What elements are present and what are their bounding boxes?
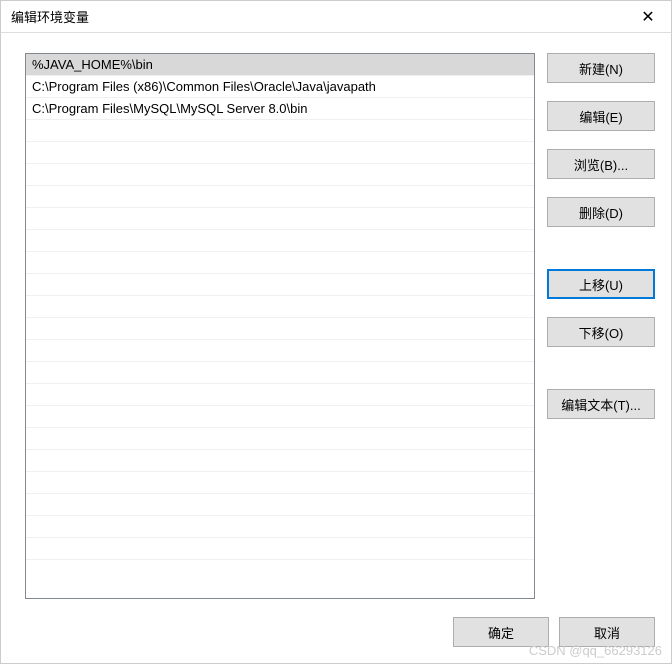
list-item[interactable] <box>26 450 534 472</box>
list-item[interactable] <box>26 208 534 230</box>
window-title: 编辑环境变量 <box>11 7 89 26</box>
titlebar: 编辑环境变量 ✕ <box>1 1 671 33</box>
list-item[interactable] <box>26 362 534 384</box>
footer: 确定 取消 <box>1 609 671 663</box>
list-item[interactable] <box>26 384 534 406</box>
new-button[interactable]: 新建(N) <box>547 53 655 83</box>
list-item[interactable] <box>26 494 534 516</box>
list-item[interactable] <box>26 186 534 208</box>
browse-button[interactable]: 浏览(B)... <box>547 149 655 179</box>
close-button[interactable]: ✕ <box>625 1 671 33</box>
list-item[interactable] <box>26 318 534 340</box>
ok-button[interactable]: 确定 <box>453 617 549 647</box>
list-item[interactable] <box>26 274 534 296</box>
move-up-button[interactable]: 上移(U) <box>547 269 655 299</box>
path-listbox[interactable]: %JAVA_HOME%\binC:\Program Files (x86)\Co… <box>25 53 535 599</box>
close-icon: ✕ <box>641 7 654 27</box>
list-item[interactable] <box>26 252 534 274</box>
list-item[interactable] <box>26 142 534 164</box>
list-item[interactable] <box>26 164 534 186</box>
delete-button[interactable]: 删除(D) <box>547 197 655 227</box>
side-button-panel: 新建(N) 编辑(E) 浏览(B)... 删除(D) 上移(U) 下移(O) 编… <box>547 53 655 599</box>
list-item[interactable] <box>26 516 534 538</box>
cancel-button[interactable]: 取消 <box>559 617 655 647</box>
list-item[interactable] <box>26 340 534 362</box>
list-item[interactable] <box>26 406 534 428</box>
move-down-button[interactable]: 下移(O) <box>547 317 655 347</box>
edit-text-button[interactable]: 编辑文本(T)... <box>547 389 655 419</box>
list-item[interactable]: %JAVA_HOME%\bin <box>26 54 534 76</box>
list-item[interactable] <box>26 538 534 560</box>
content-area: %JAVA_HOME%\binC:\Program Files (x86)\Co… <box>1 33 671 609</box>
list-item[interactable] <box>26 428 534 450</box>
list-item[interactable] <box>26 296 534 318</box>
edit-button[interactable]: 编辑(E) <box>547 101 655 131</box>
list-item[interactable] <box>26 230 534 252</box>
dialog-window: 编辑环境变量 ✕ %JAVA_HOME%\binC:\Program Files… <box>0 0 672 664</box>
list-item[interactable] <box>26 472 534 494</box>
list-item[interactable]: C:\Program Files (x86)\Common Files\Orac… <box>26 76 534 98</box>
list-item[interactable]: C:\Program Files\MySQL\MySQL Server 8.0\… <box>26 98 534 120</box>
list-item[interactable] <box>26 120 534 142</box>
